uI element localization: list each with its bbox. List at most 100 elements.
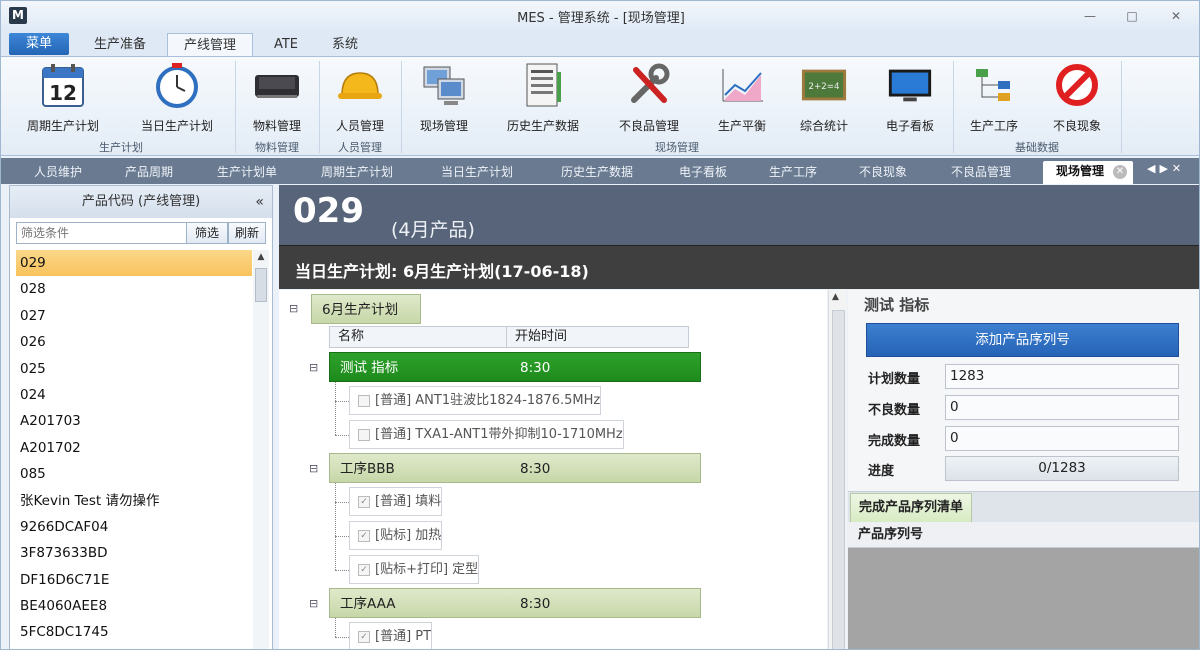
product-list-item[interactable]: 028 [16, 276, 252, 302]
title-bar[interactable]: M MES - 管理系统 - [现场管理] — □ ✕ [1, 1, 1199, 31]
ribbon-label: 生产工序 [969, 119, 1018, 133]
tree-root[interactable]: 6月生产计划 [311, 294, 421, 324]
process-node[interactable]: 工序BBB 8:30 [329, 453, 701, 483]
menu-button[interactable]: 菜单 [9, 33, 69, 55]
group-label-material: 物料管理 [255, 141, 299, 154]
done-field[interactable]: 0 [945, 426, 1179, 451]
step-item[interactable]: ✓ [普通] PT [349, 622, 433, 649]
product-list-item[interactable]: A201702 [16, 435, 252, 461]
tab-system[interactable]: 系统 [319, 33, 371, 57]
product-list-item[interactable]: BE4060AEE8 [16, 593, 252, 619]
doc-tab-daily-plan[interactable]: 当日生产计划 [427, 162, 527, 182]
product-list-item[interactable]: 029 [16, 250, 252, 277]
add-serial-button[interactable]: 添加产品序列号 [866, 323, 1179, 357]
doc-tab-staff[interactable]: 人员维护 [23, 162, 93, 182]
minimize-icon[interactable]: — [1077, 7, 1103, 25]
prohibited-icon [1053, 61, 1101, 109]
scroll-up-icon[interactable]: ▲ [832, 292, 839, 302]
defect-phenomenon-button[interactable]: 不良现象 [1041, 61, 1113, 135]
doc-tab-eboard[interactable]: 电子看板 [667, 162, 739, 182]
scroll-up-icon[interactable]: ▲ [255, 252, 267, 264]
step-label: [普通] ANT1驻波比1824-1876.5MHz [375, 393, 601, 408]
app-window: M MES - 管理系统 - [现场管理] — □ ✕ 菜单 生产准备 产线管理… [0, 0, 1200, 650]
product-list-item[interactable]: 025 [16, 356, 252, 382]
step-item[interactable]: ✓ [贴标+打印] 定型 [349, 555, 480, 584]
statistics-button[interactable]: 2+2=4 综合统计 [789, 61, 859, 135]
step-checkbox[interactable]: ✓ [358, 529, 370, 542]
product-list-item[interactable]: 026 [16, 329, 252, 355]
defect-field[interactable]: 0 [945, 395, 1179, 420]
material-button[interactable]: 物料管理 [245, 61, 309, 135]
doc-tab-process[interactable]: 生产工序 [757, 162, 829, 182]
product-list-item[interactable]: 5FC8DC1745 [16, 619, 252, 645]
maximize-icon[interactable]: □ [1119, 7, 1145, 25]
collapse-icon[interactable]: ⊟ [289, 302, 298, 315]
product-panel-header: 产品代码 (产线管理) « [10, 186, 272, 218]
collapse-icon[interactable]: ⊟ [309, 462, 318, 475]
balance-button[interactable]: 生产平衡 [705, 61, 779, 135]
doc-tab-product-cycle[interactable]: 产品周期 [113, 162, 185, 182]
tools-icon [625, 61, 673, 109]
serial-grid-header[interactable]: 产品序列号 [848, 522, 1199, 548]
process-button[interactable]: 生产工序 [959, 61, 1029, 135]
step-item[interactable]: ✓ [贴标] 加热 [349, 521, 443, 550]
step-checkbox[interactable] [358, 428, 370, 441]
filter-button[interactable]: 筛选 [186, 222, 228, 244]
flow-icon [970, 61, 1018, 109]
filter-row: 筛选 刷新 [10, 218, 272, 246]
tree-scrollbar[interactable]: ▲ [828, 290, 847, 649]
scroll-thumb[interactable] [832, 310, 845, 649]
scroll-thumb[interactable] [255, 268, 267, 302]
product-list-item[interactable]: 085 [16, 461, 252, 487]
ribbon-label: 周期生产计划 [26, 119, 99, 133]
defect-label: 不良数量 [868, 403, 921, 418]
process-node[interactable]: 工序AAA 8:30 [329, 588, 701, 618]
process-start-time: 8:30 [520, 360, 551, 376]
refresh-button[interactable]: 刷新 [228, 222, 266, 244]
product-list-item[interactable]: 9266DCAF04 [16, 514, 252, 540]
daily-plan-button[interactable]: 当日生产计划 [129, 61, 225, 135]
computers-icon [420, 61, 468, 109]
collapse-icon[interactable]: « [255, 186, 264, 218]
filter-input[interactable] [16, 222, 188, 244]
tab-close-icon[interactable]: ✕ [1113, 165, 1127, 179]
tab-ate[interactable]: ATE [263, 33, 309, 57]
doc-tab-periodic-plan[interactable]: 周期生产计划 [307, 162, 407, 182]
step-checkbox[interactable]: ✓ [358, 563, 370, 576]
history-data-button[interactable]: 历史生产数据 [491, 61, 595, 135]
done-label: 完成数量 [868, 434, 921, 449]
onsite-button[interactable]: 现场管理 [409, 61, 479, 135]
product-list-item[interactable]: A201703 [16, 408, 252, 434]
product-list-item[interactable]: 024 [16, 382, 252, 408]
tab-production-prep[interactable]: 生产准备 [81, 33, 159, 57]
product-list-item[interactable]: DF16D6C71E [16, 567, 252, 593]
product-list-item[interactable]: 张Kevin Test 请勿操作 [16, 488, 252, 514]
step-item[interactable]: ✓ [普通] 填料 [349, 487, 443, 516]
periodic-plan-button[interactable]: 12 周期生产计划 [15, 61, 111, 135]
tab-scroll-icon[interactable]: ◀▶✕ [1147, 162, 1185, 175]
doc-tab-history[interactable]: 历史生产数据 [547, 162, 647, 182]
step-checkbox[interactable] [358, 394, 370, 407]
step-item[interactable]: [普通] TXA1-ANT1带外抑制10-1710MHz [349, 420, 624, 449]
tab-line-management[interactable]: 产线管理 [167, 33, 253, 57]
defective-button[interactable]: 不良品管理 [605, 61, 693, 135]
progress-text: 0/1283 [1038, 460, 1086, 476]
doc-tab-plan-sheet[interactable]: 生产计划单 [205, 162, 289, 182]
step-checkbox[interactable]: ✓ [358, 630, 370, 643]
planned-field[interactable]: 1283 [945, 364, 1179, 389]
product-list-item[interactable]: 027 [16, 303, 252, 329]
list-scrollbar[interactable]: ▲ [253, 250, 269, 649]
collapse-icon[interactable]: ⊟ [309, 361, 318, 374]
collapse-icon[interactable]: ⊟ [309, 597, 318, 610]
tab-completed-serials[interactable]: 完成产品序列清单 [850, 493, 973, 523]
step-item[interactable]: [普通] ANT1驻波比1824-1876.5MHz [349, 386, 602, 415]
staff-button[interactable]: 人员管理 [327, 61, 393, 135]
eboard-button[interactable]: 电子看板 [873, 61, 947, 135]
step-checkbox[interactable]: ✓ [358, 495, 370, 508]
ribbon-label: 不良品管理 [618, 119, 679, 133]
doc-tab-defective[interactable]: 不良品管理 [937, 162, 1025, 182]
process-node[interactable]: 测试 指标 8:30 [329, 352, 701, 382]
close-icon[interactable]: ✕ [1163, 7, 1189, 25]
product-list-item[interactable]: 3F873633BD [16, 540, 252, 566]
doc-tab-defect-phenomenon[interactable]: 不良现象 [847, 162, 919, 182]
